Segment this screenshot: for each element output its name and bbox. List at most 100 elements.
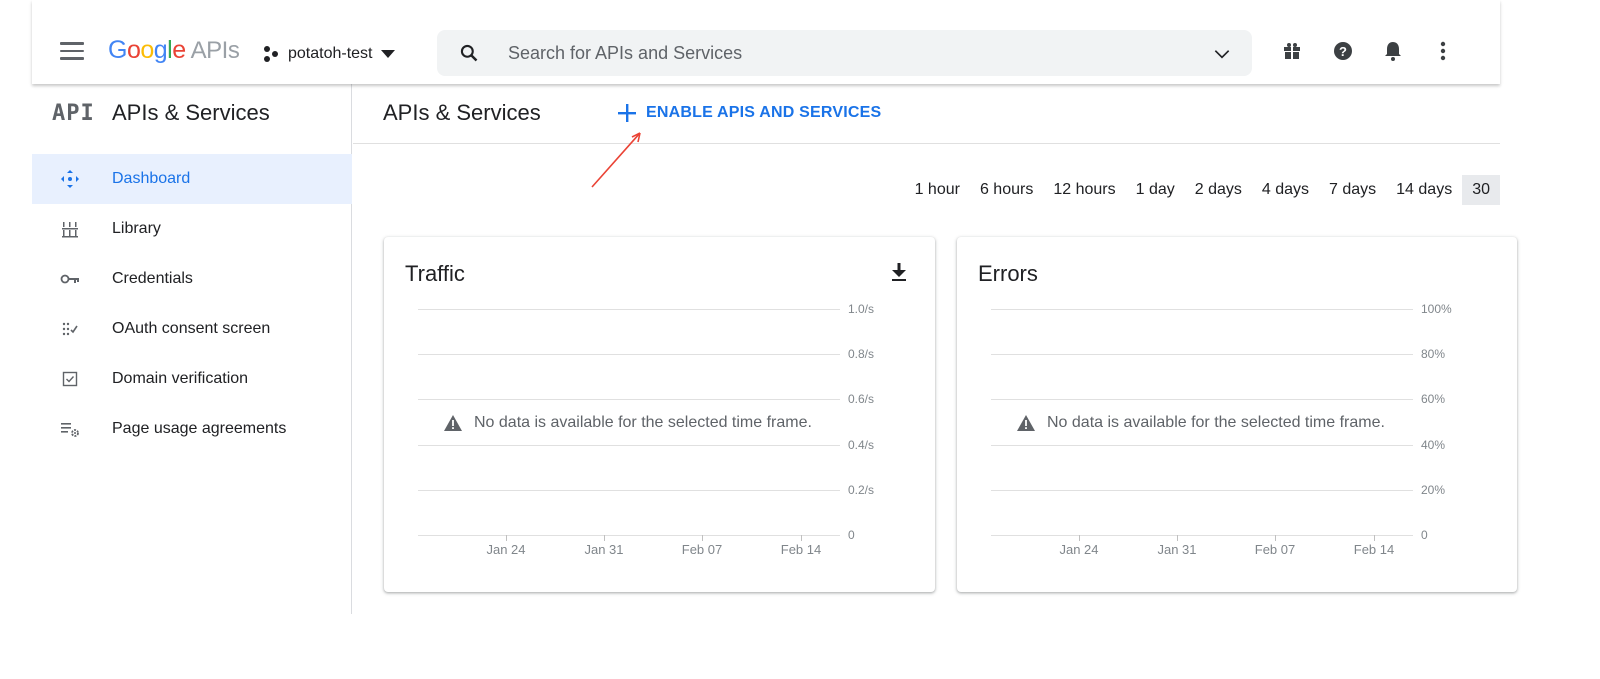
sidebar-item-dashboard[interactable]: Dashboard <box>32 154 352 204</box>
sidebar-item-label: Dashboard <box>112 170 191 187</box>
gridline <box>991 399 1413 401</box>
project-selector[interactable]: potatoh-test <box>264 40 395 68</box>
sidebar: API APIs & Services Dashboard Library Cr… <box>32 84 352 614</box>
range-7-days[interactable]: 7 days <box>1319 175 1386 205</box>
chart-title: Traffic <box>405 261 465 286</box>
project-icon <box>264 46 280 62</box>
gridline <box>418 399 840 401</box>
x-tick-label: Jan 24 <box>486 542 526 557</box>
gridline <box>991 444 1413 446</box>
logo-letter: g <box>153 36 168 64</box>
x-tick-label: Feb 14 <box>1353 542 1395 557</box>
sidebar-item-domain-verification[interactable]: Domain verification <box>32 354 352 404</box>
main-content: APIs & Services ENABLE APIS AND SERVICES… <box>353 84 1517 679</box>
enable-apis-button[interactable]: ENABLE APIS AND SERVICES <box>618 97 881 129</box>
sidebar-item-library[interactable]: Library <box>32 204 352 254</box>
gridline <box>418 535 840 536</box>
y-tick-label: 100% <box>1421 302 1452 316</box>
annotation-arrow <box>591 132 641 188</box>
main-header: APIs & Services ENABLE APIS AND SERVICES <box>353 84 1500 144</box>
warning-icon <box>1017 415 1035 431</box>
y-tick-label: 80% <box>1421 347 1446 362</box>
search-bar[interactable]: Search for APIs and Services <box>437 30 1252 76</box>
settings-list-icon <box>60 419 80 439</box>
x-tick-mark <box>702 535 703 541</box>
logo-apis-suffix: APIs <box>190 37 240 64</box>
help-icon[interactable]: ? <box>1331 39 1355 63</box>
more-vert-icon[interactable] <box>1431 39 1455 63</box>
warning-icon <box>444 415 462 431</box>
range-4-days[interactable]: 4 days <box>1252 175 1319 205</box>
gridline <box>991 535 1413 536</box>
no-data-text: No data is available for the selected ti… <box>474 414 812 431</box>
library-icon <box>60 219 80 239</box>
bell-icon[interactable] <box>1381 39 1405 63</box>
app: Google APIs potatoh-test Search for APIs … <box>32 0 1517 679</box>
x-tick-label: Feb 14 <box>780 542 822 557</box>
key-icon <box>60 269 80 289</box>
y-tick-label: 20% <box>1421 482 1446 497</box>
range-30-days[interactable]: 30 <box>1462 175 1500 205</box>
x-tick-mark <box>506 535 507 541</box>
x-tick-mark <box>1177 535 1178 541</box>
google-apis-logo[interactable]: Google APIs <box>108 36 240 65</box>
range-1-hour[interactable]: 1 hour <box>905 175 970 205</box>
time-range-selector: 1 hour 6 hours 12 hours 1 day 2 days 4 d… <box>905 175 1500 205</box>
sidebar-item-credentials[interactable]: Credentials <box>32 254 352 304</box>
api-logo: API <box>52 101 95 126</box>
range-2-days[interactable]: 2 days <box>1185 175 1252 205</box>
search-icon <box>460 44 478 62</box>
gridline <box>991 309 1413 310</box>
y-tick-label: 60% <box>1421 392 1446 407</box>
sidebar-title: APIs & Services <box>112 100 270 125</box>
no-data-message: No data is available for the selected ti… <box>1013 412 1389 434</box>
checkbox-icon <box>60 369 80 389</box>
top-bar: Google APIs potatoh-test Search for APIs … <box>32 0 1500 84</box>
x-tick-label: Jan 31 <box>1157 542 1197 557</box>
chevron-down-icon[interactable] <box>1212 44 1232 64</box>
range-14-days[interactable]: 14 days <box>1386 175 1462 205</box>
no-data-message: No data is available for the selected ti… <box>440 412 816 434</box>
plus-icon <box>618 104 636 122</box>
y-tick-label: 0.6/s <box>848 392 875 407</box>
x-tick-label: Jan 24 <box>1059 542 1099 557</box>
dashboard-icon <box>60 169 80 189</box>
gridline <box>418 354 840 356</box>
logo-letter: G <box>108 36 127 64</box>
x-tick-mark <box>1079 535 1080 541</box>
y-tick-label: 40% <box>1421 437 1446 452</box>
sidebar-item-label: OAuth consent screen <box>112 320 271 337</box>
gridline <box>418 489 840 491</box>
y-tick-label: 0.4/s <box>848 437 875 452</box>
logo-letter: o <box>140 36 154 64</box>
gridline <box>418 309 840 310</box>
x-tick-mark <box>1275 535 1276 541</box>
x-tick-label: Feb 07 <box>1254 542 1296 557</box>
x-tick-label: Jan 31 <box>584 542 624 557</box>
errors-chart-card: Errors 100% 80% 60% 40% 20% 0 Jan 24 Jan 31 Feb … <box>957 237 1517 592</box>
range-12-hours[interactable]: 12 hours <box>1043 175 1125 205</box>
sidebar-item-label: Page usage agreements <box>112 420 287 437</box>
x-tick-label: Feb 07 <box>681 542 723 557</box>
enable-apis-label: ENABLE APIS AND SERVICES <box>646 104 882 121</box>
range-6-hours[interactable]: 6 hours <box>970 175 1043 205</box>
sidebar-item-oauth-consent-screen[interactable]: OAuth consent screen <box>32 304 352 354</box>
x-tick-mark <box>801 535 802 541</box>
svg-text:?: ? <box>1339 44 1347 59</box>
range-1-day[interactable]: 1 day <box>1126 175 1185 205</box>
search-input[interactable]: Search for APIs and Services <box>508 43 742 64</box>
gift-icon[interactable] <box>1280 39 1304 63</box>
sidebar-item-page-usage-agreements[interactable]: Page usage agreements <box>32 404 352 454</box>
oauth-icon <box>60 319 80 339</box>
chart-title: Errors <box>978 261 1038 286</box>
sidebar-item-label: Credentials <box>112 270 193 287</box>
menu-icon[interactable] <box>60 42 84 60</box>
x-tick-mark <box>1374 535 1375 541</box>
y-tick-label: 0 <box>848 528 855 542</box>
x-tick-mark <box>604 535 605 541</box>
page-title: APIs & Services <box>383 100 541 125</box>
download-icon[interactable] <box>891 263 907 281</box>
traffic-chart-card: Traffic 1.0/s 0.8/s 0.6/s 0.4/s 0.2/s 0 Jan 24… <box>384 237 935 592</box>
no-data-text: No data is available for the selected ti… <box>1047 414 1385 431</box>
sidebar-item-label: Library <box>112 220 161 237</box>
